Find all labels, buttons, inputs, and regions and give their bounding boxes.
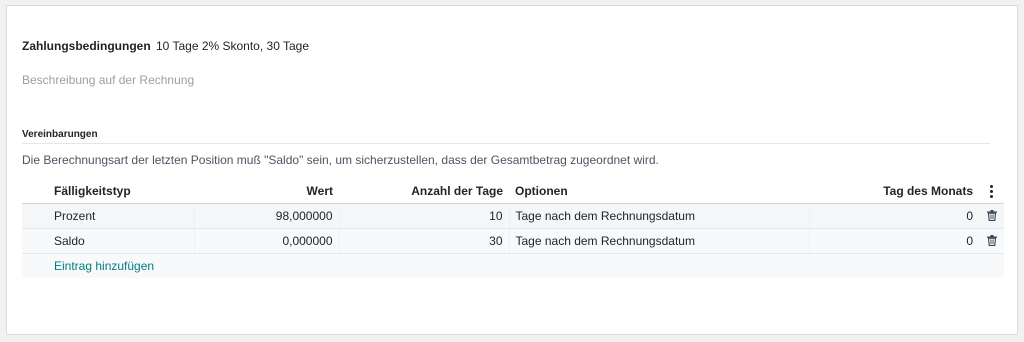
cell-day-of-month[interactable]: 0 bbox=[809, 203, 979, 229]
payment-terms-label: Zahlungsbedingungen bbox=[22, 39, 151, 53]
cell-due-type[interactable]: Saldo bbox=[22, 228, 195, 254]
cell-days[interactable]: 10 bbox=[339, 203, 510, 229]
trash-icon bbox=[986, 210, 997, 221]
agreements-section-title: Vereinbarungen bbox=[22, 129, 98, 140]
column-header-due-type[interactable]: Fälligkeitstyp bbox=[22, 179, 194, 204]
kebab-vertical-icon bbox=[990, 184, 993, 198]
agreements-info-text: Die Berechnungsart der letzten Position … bbox=[22, 153, 659, 167]
cell-value[interactable]: 98,000000 bbox=[194, 203, 340, 229]
delete-row-button[interactable] bbox=[979, 228, 1004, 254]
payment-terms-name-input[interactable]: 10 Tage 2% Skonto, 30 Tage bbox=[156, 39, 309, 53]
cell-options[interactable]: Tage nach dem Rechnungsdatum bbox=[509, 203, 810, 229]
delete-row-button[interactable] bbox=[979, 203, 1004, 229]
cell-value[interactable]: 0,000000 bbox=[194, 228, 340, 254]
table-row[interactable]: Prozent 98,000000 10 Tage nach dem Rechn… bbox=[22, 203, 1004, 229]
column-header-day-of-month[interactable]: Tag des Monats bbox=[809, 179, 979, 204]
form-sheet: Zahlungsbedingungen 10 Tage 2% Skonto, 3… bbox=[6, 5, 1018, 335]
section-divider bbox=[22, 143, 990, 144]
add-line-row: Eintrag hinzufügen bbox=[22, 253, 1004, 278]
add-line-cell: Eintrag hinzufügen bbox=[22, 253, 1004, 278]
table-row[interactable]: Saldo 0,000000 30 Tage nach dem Rechnung… bbox=[22, 228, 1004, 254]
column-header-options[interactable]: Optionen bbox=[509, 179, 809, 204]
cell-days[interactable]: 30 bbox=[339, 228, 510, 254]
cell-day-of-month[interactable]: 0 bbox=[809, 228, 979, 254]
cell-due-type[interactable]: Prozent bbox=[22, 203, 195, 229]
column-settings-button[interactable] bbox=[979, 179, 1004, 204]
column-header-days[interactable]: Anzahl der Tage bbox=[339, 179, 509, 204]
invoice-description-input[interactable]: Beschreibung auf der Rechnung bbox=[22, 73, 194, 87]
payment-term-lines-table: Fälligkeitstyp Wert Anzahl der Tage Opti… bbox=[22, 179, 1004, 278]
trash-icon bbox=[986, 235, 997, 246]
add-line-link[interactable]: Eintrag hinzufügen bbox=[54, 259, 154, 273]
payment-terms-field: Zahlungsbedingungen 10 Tage 2% Skonto, 3… bbox=[22, 39, 309, 53]
cell-options[interactable]: Tage nach dem Rechnungsdatum bbox=[509, 228, 810, 254]
table-header-row: Fälligkeitstyp Wert Anzahl der Tage Opti… bbox=[22, 179, 1004, 204]
column-header-value[interactable]: Wert bbox=[194, 179, 339, 204]
